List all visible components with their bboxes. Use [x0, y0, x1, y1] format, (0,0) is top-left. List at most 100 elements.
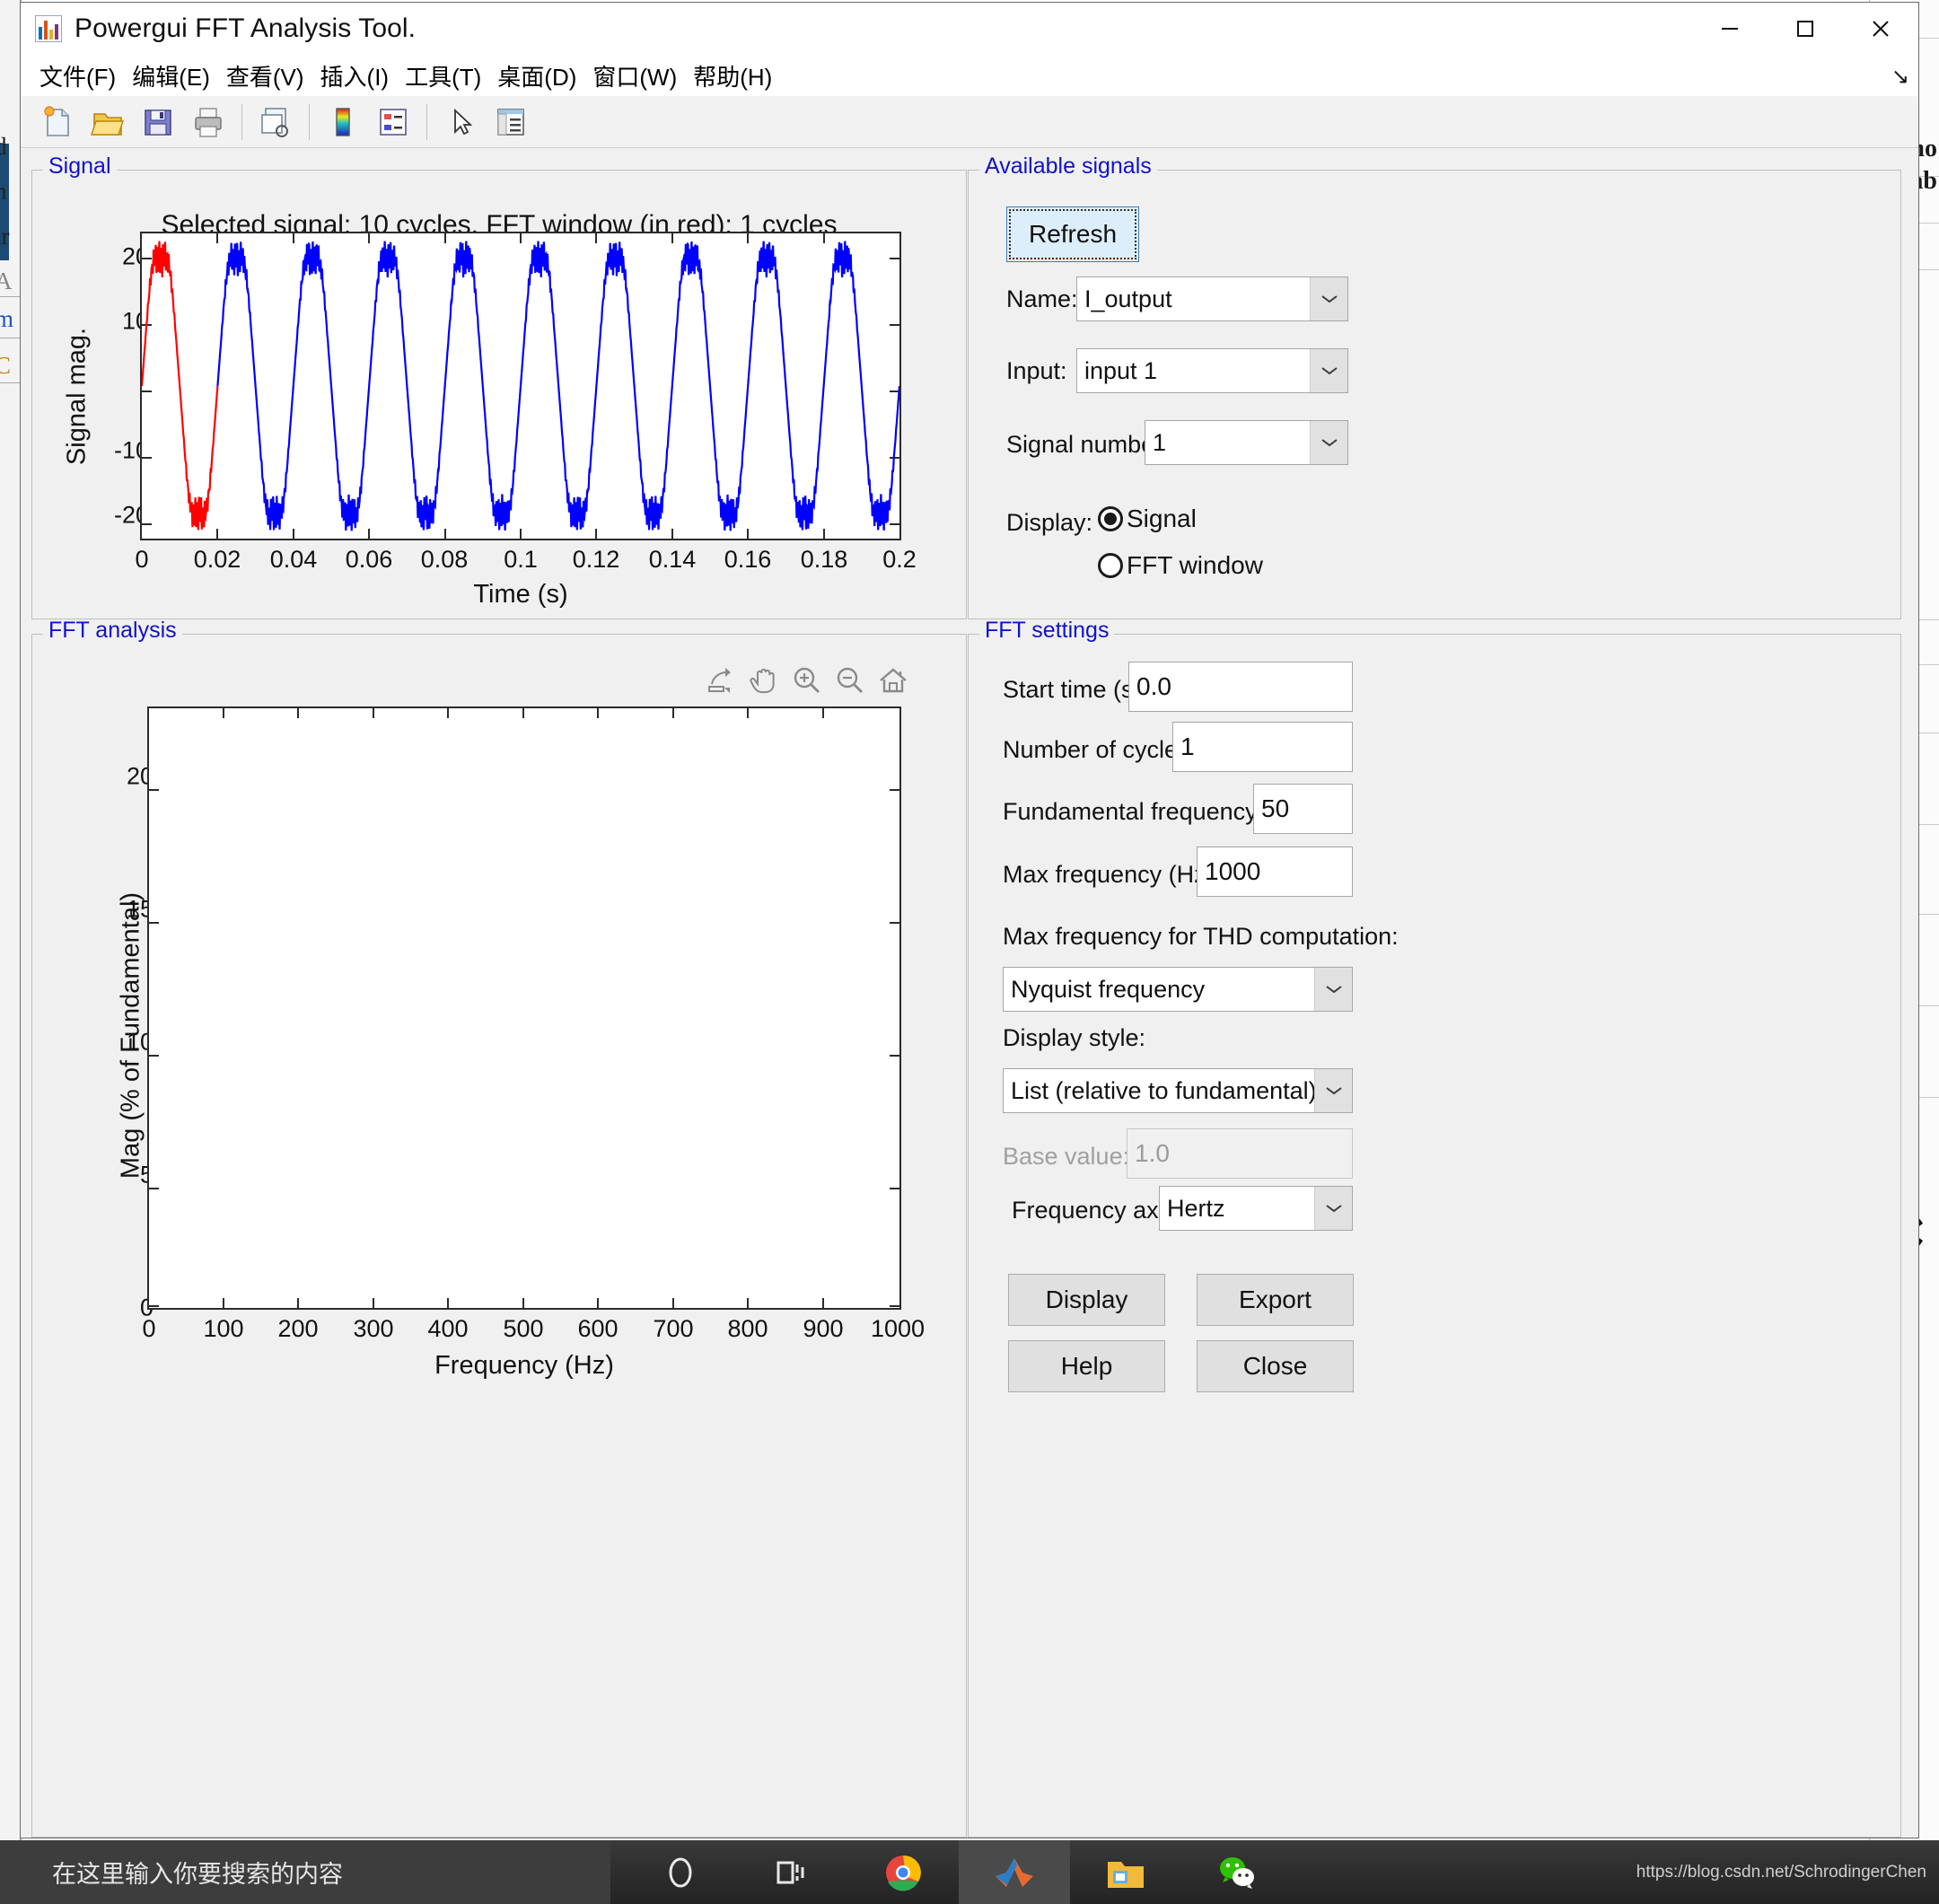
wechat-icon[interactable] [1181, 1840, 1293, 1904]
signal-x-tick: 0.12 [572, 546, 620, 573]
signal-x-tick: 0.2 [882, 546, 917, 573]
bg-left-fragment-2: ir [0, 223, 10, 250]
thd-max-frequency-combo[interactable]: Nyquist frequency [1003, 967, 1353, 1012]
display-style-combo[interactable]: List (relative to fundamental) [1003, 1068, 1353, 1113]
zoom-out-icon[interactable] [831, 662, 869, 699]
signal-number-combo[interactable]: 1 [1145, 420, 1348, 465]
frequency-axis-value: Hertz [1167, 1194, 1225, 1222]
fft-x-tick: 0 [142, 1315, 156, 1342]
chevron-down-icon[interactable] [1310, 349, 1347, 392]
chevron-down-icon[interactable] [1314, 1187, 1352, 1230]
chevron-down-icon[interactable] [1314, 968, 1352, 1011]
fft-axes-ticks [149, 708, 899, 1308]
export-button[interactable]: Export [1197, 1274, 1354, 1326]
start-time-value: 0.0 [1136, 672, 1171, 700]
refresh-button[interactable]: Refresh [1006, 206, 1139, 262]
fft-x-tick: 400 [427, 1315, 469, 1342]
export-icon[interactable] [702, 662, 740, 699]
link-plot-icon[interactable] [251, 100, 300, 145]
display-style-label: Display style: [1003, 1024, 1146, 1051]
pan-icon[interactable] [745, 662, 783, 699]
home-icon[interactable] [874, 662, 912, 699]
pointer-icon[interactable] [436, 100, 485, 145]
radio-signal-indicator[interactable] [1098, 506, 1123, 531]
menu-item-view[interactable]: 查看(V) [218, 57, 312, 94]
fft-y-tick: 0 [46, 1294, 154, 1322]
fft-plot: Mag (% of Fundamental) 20 15 10 5 0 [32, 635, 966, 1837]
signal-x-tick: 0 [135, 546, 149, 573]
thd-max-frequency-value: Nyquist frequency [1011, 975, 1206, 1003]
max-frequency-value: 1000 [1205, 857, 1261, 885]
title-bar: Powergui FFT Analysis Tool. [21, 3, 1918, 55]
search-input[interactable]: 在这里输入你要搜索的内容 [0, 1840, 610, 1904]
fft-y-tick: 15 [126, 895, 154, 923]
thd-max-frequency-label: Max frequency for THD computation: [1003, 923, 1399, 950]
close-icon[interactable] [1843, 3, 1918, 55]
print-figure-icon[interactable] [184, 100, 233, 145]
cortana-icon[interactable] [625, 1840, 736, 1904]
minimize-icon[interactable] [1692, 3, 1768, 55]
chevron-down-icon[interactable] [1310, 421, 1347, 464]
fft-x-tick: 1000 [870, 1315, 926, 1342]
input-combo[interactable]: input 1 [1076, 348, 1348, 393]
base-value-label: Base value: [1003, 1143, 1130, 1170]
save-figure-icon[interactable] [134, 100, 182, 145]
chevron-down-icon[interactable] [1310, 277, 1347, 320]
name-combo[interactable]: I_output [1076, 276, 1348, 321]
menu-item-desktop[interactable]: 桌面(D) [489, 57, 584, 94]
menu-item-file[interactable]: 文件(F) [31, 57, 124, 94]
radio-fft-window-indicator[interactable] [1098, 553, 1123, 578]
frequency-axis-combo[interactable]: Hertz [1159, 1186, 1353, 1231]
signal-series [216, 241, 899, 531]
bg-left-fragment-5: C [0, 352, 11, 380]
fundamental-frequency-value: 50 [1261, 794, 1290, 822]
chrome-icon[interactable] [847, 1840, 959, 1904]
matlab-figure-icon [35, 15, 62, 42]
window-body: Signal Selected signal: 10 cycles. FFT w… [21, 148, 1918, 1838]
fft-x-axis-label: Frequency (Hz) [434, 1351, 614, 1380]
menu-bar: 文件(F) 编辑(E) 查看(V) 插入(I) 工具(T) 桌面(D) 窗口(W… [21, 55, 1918, 96]
task-view-icon[interactable] [736, 1840, 847, 1904]
toolbar-separator [241, 103, 242, 140]
base-value-value: 1.0 [1135, 1139, 1170, 1167]
window-controls [1692, 3, 1918, 55]
plot-browser-icon[interactable] [487, 100, 535, 145]
radio-fft-window[interactable]: FFT window [1098, 551, 1263, 580]
taskbar-icons [625, 1840, 1293, 1904]
chevron-down-icon[interactable] [1314, 1069, 1352, 1112]
menu-item-window[interactable]: 窗口(W) [584, 57, 685, 94]
menu-item-tools[interactable]: 工具(T) [397, 57, 489, 94]
signal-axes [140, 232, 901, 540]
start-time-label: Start time (s): [1003, 676, 1149, 703]
fft-axes-toolbar [702, 662, 912, 699]
menu-item-edit[interactable]: 编辑(E) [124, 57, 218, 94]
close-button[interactable]: Close [1197, 1340, 1354, 1392]
menu-item-insert[interactable]: 插入(I) [312, 57, 398, 94]
bg-left-divider-1 [0, 296, 20, 297]
radio-signal-label: Signal [1127, 505, 1197, 532]
frequency-axis-label: Frequency axis: [1012, 1197, 1183, 1224]
fft-x-tick: 100 [203, 1315, 244, 1342]
number-of-cycles-input[interactable]: 1 [1172, 722, 1353, 772]
start-time-input[interactable]: 0.0 [1128, 662, 1353, 712]
maximize-icon[interactable] [1768, 3, 1843, 55]
colorbar-icon[interactable] [319, 100, 367, 145]
new-figure-icon[interactable] [33, 100, 82, 145]
blog-watermark: https://blog.csdn.net/SchrodingerChen [1636, 1862, 1926, 1882]
legend-icon[interactable] [369, 100, 417, 145]
matlab-icon[interactable] [959, 1840, 1070, 1904]
open-file-icon[interactable] [83, 100, 132, 145]
fundamental-frequency-input[interactable]: 50 [1253, 784, 1353, 834]
menu-item-help[interactable]: 帮助(H) [685, 57, 780, 94]
menu-overflow-icon[interactable]: ↘ [1891, 64, 1909, 90]
fft-settings-panel: FFT settings Start time (s): 0.0 Number … [968, 619, 1901, 1838]
help-button[interactable]: Help [1008, 1340, 1165, 1392]
signal-x-tick: 0.14 [648, 546, 697, 573]
zoom-in-icon[interactable] [788, 662, 826, 699]
display-button[interactable]: Display [1008, 1274, 1165, 1326]
max-frequency-input[interactable]: 1000 [1197, 847, 1353, 897]
fft-y-tick: 5 [46, 1162, 154, 1189]
radio-signal[interactable]: Signal [1098, 505, 1197, 533]
file-explorer-icon[interactable] [1070, 1840, 1181, 1904]
display-label: Display: [1006, 509, 1093, 536]
